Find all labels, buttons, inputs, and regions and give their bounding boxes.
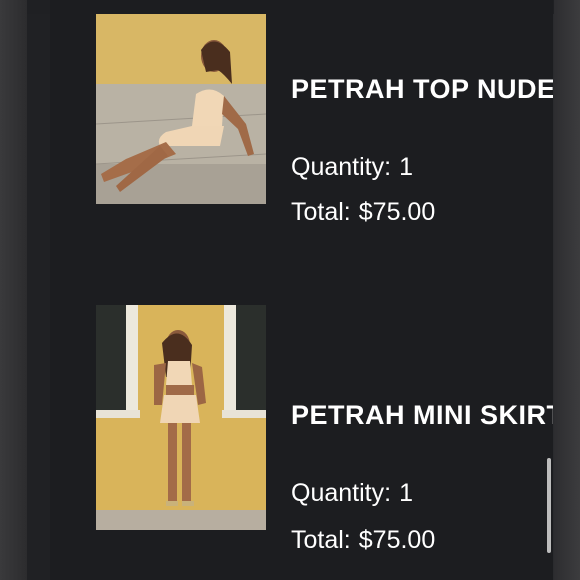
cart-screen[interactable]: PETRAH TOP NUDE Quantity: 1 Total: $75.00 — [50, 0, 553, 580]
product-quantity: Quantity: 1 — [291, 153, 413, 182]
total-label: Total: — [291, 198, 351, 226]
right-margin — [554, 0, 580, 580]
product-total: Total: $75.00 — [291, 198, 435, 227]
quantity-value: 1 — [399, 479, 413, 507]
product-image-top[interactable] — [96, 14, 266, 204]
product-name[interactable]: PETRAH MINI SKIRT — [291, 400, 553, 431]
total-value: $75.00 — [358, 526, 436, 554]
device-frame: PETRAH TOP NUDE Quantity: 1 Total: $75.00 — [0, 0, 580, 580]
cart-item[interactable]: PETRAH TOP NUDE Quantity: 1 Total: $75.00 — [50, 0, 553, 230]
scrollbar[interactable] — [547, 458, 551, 553]
product-name[interactable]: PETRAH TOP NUDE — [291, 74, 553, 105]
product-total: Total: $75.00 — [291, 526, 435, 555]
quantity-label: Quantity: — [291, 153, 392, 181]
left-margin — [0, 0, 27, 580]
quantity-value: 1 — [399, 153, 413, 181]
left-bezel — [27, 0, 50, 580]
total-value: $75.00 — [358, 198, 436, 226]
quantity-label: Quantity: — [291, 479, 392, 507]
cart-item[interactable]: PETRAH MINI SKIRT Quantity: 1 Total: $75.0… — [50, 300, 553, 554]
product-image-skirt[interactable] — [96, 305, 266, 530]
total-label: Total: — [291, 526, 351, 554]
product-quantity: Quantity: 1 — [291, 479, 413, 508]
